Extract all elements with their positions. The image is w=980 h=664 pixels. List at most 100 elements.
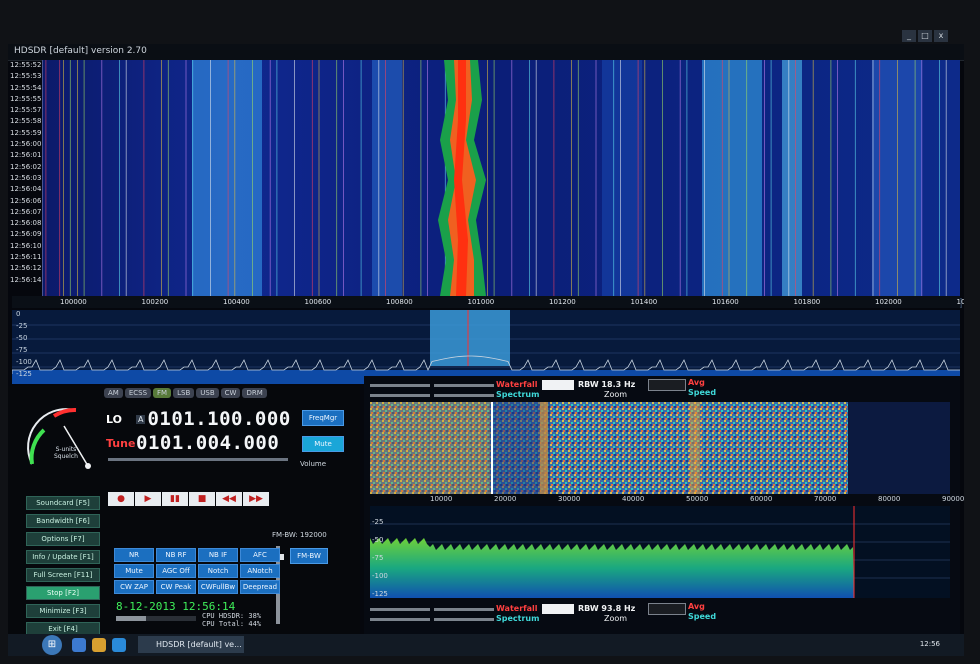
spectrum-scale-label: -100 bbox=[16, 358, 32, 366]
rbw-dropdown-2[interactable] bbox=[648, 603, 686, 615]
mode-button-am[interactable]: AM bbox=[104, 388, 123, 398]
frequency-tick-label: 100800 bbox=[386, 298, 413, 306]
avg-label-2: Avg bbox=[688, 602, 705, 611]
audio-frequency-tick: 20000 bbox=[494, 495, 517, 503]
side-button[interactable]: Options [F7] bbox=[26, 532, 100, 546]
waterfall-slider-3[interactable] bbox=[370, 608, 430, 611]
spectrum-scale-label: -75 bbox=[16, 346, 28, 354]
spectrum-scale-label: -125 bbox=[16, 370, 32, 378]
audio-frequency-tick: 70000 bbox=[814, 495, 837, 503]
audio-frequency-tick: 80000 bbox=[878, 495, 901, 503]
taskbar: ⊞ HDSDR [default] ve... 12:56 bbox=[8, 634, 964, 656]
spectrum-scale-label: -50 bbox=[16, 334, 28, 342]
mode-button-cw[interactable]: CW bbox=[220, 388, 241, 398]
dsp-button[interactable]: Notch bbox=[198, 564, 238, 578]
rbw-label-2: RBW 93.8 Hz bbox=[578, 604, 636, 613]
dsp-button[interactable]: Mute bbox=[114, 564, 154, 578]
fm-mode-button[interactable]: FM-BW bbox=[290, 548, 328, 564]
rf-spectrum[interactable]: 0 -25 -50 -75 -100 -125 bbox=[12, 310, 960, 384]
stop-button[interactable]: ■ bbox=[189, 492, 215, 506]
dsp-button[interactable]: ANotch bbox=[240, 564, 280, 578]
waterfall-time-label: 12:56:12 bbox=[10, 264, 42, 273]
freqmgr-button[interactable]: FreqMgr bbox=[302, 410, 344, 426]
frequency-tick-label: 101600 bbox=[712, 298, 739, 306]
audio-frequency-tick: 30000 bbox=[558, 495, 581, 503]
rewind-button[interactable]: ◀◀ bbox=[216, 492, 242, 506]
mode-button-usb[interactable]: USB bbox=[196, 388, 219, 398]
rbw-dropdown[interactable] bbox=[648, 379, 686, 391]
side-button[interactable]: Exit [F4] bbox=[26, 622, 100, 634]
lo-ab-toggle[interactable]: A bbox=[136, 414, 146, 424]
side-button[interactable]: Info / Update [F1] bbox=[26, 550, 100, 564]
hdsdr-window: HDSDR [default] version 2.70 12:55:52 12:… bbox=[8, 44, 964, 634]
audio-scale-label: -50 bbox=[372, 536, 384, 544]
pause-button[interactable]: ▮▮ bbox=[162, 492, 188, 506]
media-icon[interactable] bbox=[112, 638, 126, 652]
lo-label: LO bbox=[106, 412, 122, 426]
spectrum-slider-2[interactable] bbox=[434, 394, 494, 397]
dsp-button[interactable]: NB RF bbox=[156, 548, 196, 562]
audio-frequency-axis: 10000 20000 30000 40000 50000 60000 70000 80000… bbox=[370, 494, 964, 506]
control-panel: AM ECSS FM LSB USB CW DRM S-units Squelch LO A … bbox=[8, 386, 360, 634]
mode-button-fm[interactable]: FM bbox=[153, 388, 172, 398]
audio-waterfall[interactable] bbox=[370, 402, 950, 494]
side-button[interactable]: Minimize [F3] bbox=[26, 604, 100, 618]
spectrum-slider-4[interactable] bbox=[434, 618, 494, 621]
dsp-button[interactable]: AFC bbox=[240, 548, 280, 562]
color-swatch[interactable] bbox=[542, 380, 574, 390]
frequency-tick-label: 102000 bbox=[875, 298, 902, 306]
waterfall-time-label: 12:55:53 bbox=[10, 72, 42, 81]
mode-button-ecss[interactable]: ECSS bbox=[124, 388, 152, 398]
waterfall-time-label: 12:56:09 bbox=[10, 230, 42, 239]
spectrum-scale-label: -25 bbox=[16, 322, 28, 330]
close-button[interactable]: x bbox=[934, 30, 948, 42]
s-meter: S-units Squelch bbox=[20, 398, 100, 478]
lo-frequency[interactable]: 0101.100.000 bbox=[147, 408, 290, 430]
side-button[interactable]: Soundcard [F5] bbox=[26, 496, 100, 510]
waterfall-time-label: 12:56:02 bbox=[10, 162, 42, 171]
play-button[interactable]: ▶ bbox=[135, 492, 161, 506]
frequency-tick-label: 100200 bbox=[141, 298, 169, 306]
side-button[interactable]: Stop [F2] bbox=[26, 586, 100, 600]
waterfall-time-label: 12:56:03 bbox=[10, 173, 42, 182]
waterfall-slider-2[interactable] bbox=[434, 384, 494, 387]
waterfall-time-label: 12:55:59 bbox=[10, 128, 42, 137]
mute-toggle-button[interactable]: Mute bbox=[302, 436, 344, 452]
spectrum-label: Spectrum bbox=[496, 390, 540, 399]
avg-label: Avg bbox=[688, 378, 705, 387]
fm-bandwidth-label: FM-BW: 192000 bbox=[272, 531, 327, 539]
tune-slider[interactable] bbox=[108, 458, 288, 461]
audio-frequency-tick: 50000 bbox=[686, 495, 709, 503]
dsp-button[interactable]: CWFullBw bbox=[198, 580, 238, 594]
spectrum-slider-3[interactable] bbox=[370, 618, 430, 621]
color-swatch-2[interactable] bbox=[542, 604, 574, 614]
dsp-button[interactable]: CW ZAP bbox=[114, 580, 154, 594]
tune-frequency[interactable]: 0101.004.000 bbox=[136, 432, 279, 454]
maximize-button[interactable]: □ bbox=[918, 30, 932, 42]
side-button[interactable]: Bandwidth [F6] bbox=[26, 514, 100, 528]
dsp-button[interactable]: NR bbox=[114, 548, 154, 562]
rf-waterfall[interactable] bbox=[42, 60, 960, 296]
waterfall-slider-4[interactable] bbox=[434, 608, 494, 611]
s-meter-label: S-units Squelch bbox=[54, 446, 78, 460]
frequency-tick-label: 101000 bbox=[467, 298, 495, 306]
folder-icon[interactable] bbox=[92, 638, 106, 652]
minimize-button[interactable]: _ bbox=[902, 30, 916, 42]
spectrum-slider[interactable] bbox=[370, 394, 430, 397]
dsp-button[interactable]: NB IF bbox=[198, 548, 238, 562]
mode-button-drm[interactable]: DRM bbox=[242, 388, 267, 398]
taskbar-item-hdsdr[interactable]: HDSDR [default] ve... bbox=[138, 636, 244, 653]
dsp-button[interactable]: Deepread bbox=[240, 580, 280, 594]
dsp-button[interactable]: CW Peak bbox=[156, 580, 196, 594]
waterfall-slider[interactable] bbox=[370, 384, 430, 387]
mode-button-lsb[interactable]: LSB bbox=[173, 388, 195, 398]
record-button[interactable]: ● bbox=[108, 492, 134, 506]
side-button-column: Soundcard [F5] Bandwidth [F6] Options [F7]… bbox=[26, 496, 100, 634]
audio-spectrum[interactable]: -25 -50 -75 -100 -125 bbox=[370, 506, 950, 598]
start-button[interactable]: ⊞ bbox=[42, 635, 62, 655]
forward-button[interactable]: ▶▶ bbox=[243, 492, 269, 506]
dsp-button[interactable]: AGC Off bbox=[156, 564, 196, 578]
speed-label-2: Speed bbox=[688, 612, 717, 621]
side-button[interactable]: Full Screen [F11] bbox=[26, 568, 100, 582]
ie-icon[interactable] bbox=[72, 638, 86, 652]
